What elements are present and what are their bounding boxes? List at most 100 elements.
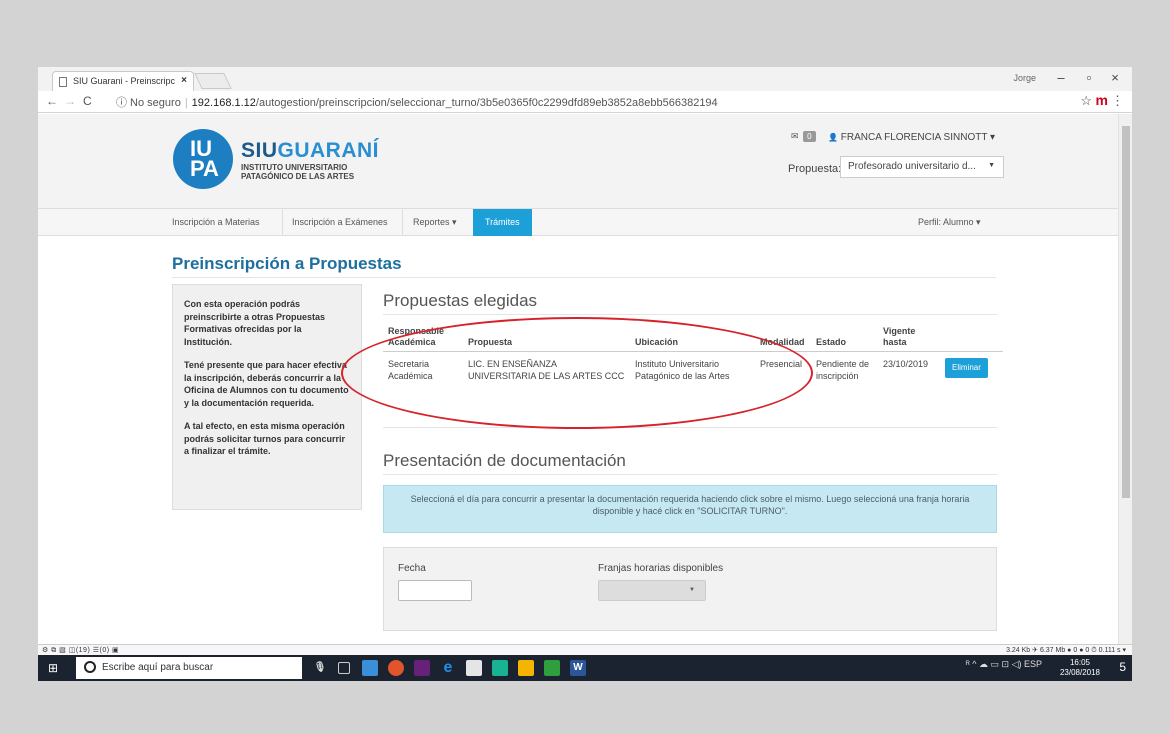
propuesta-value: Profesorado universitario d...: [848, 161, 976, 172]
col-acciones: [940, 326, 1003, 352]
documentacion-title: Presentación de documentación: [383, 451, 626, 470]
notifications-icon[interactable]: 5: [1119, 660, 1126, 674]
info-paragraph: Tené presente que para hacer efectiva la…: [184, 360, 349, 408]
url-path: /autogestion/preinscripcion/seleccionar_…: [255, 97, 718, 109]
debug-status-bar: ⚙ ⧉ ▧ ◫(19) ☰(0) ▣ 3.24 Kb ✈ 6.37 Mb ● 0…: [38, 644, 1132, 655]
clock[interactable]: 16:05 23/08/2018: [1060, 658, 1100, 678]
word-icon[interactable]: W: [570, 660, 586, 676]
file-explorer-icon[interactable]: [362, 660, 378, 676]
franjas-select[interactable]: ▼: [598, 580, 706, 601]
window-user: Jorge: [1013, 73, 1036, 83]
back-icon[interactable]: ←: [46, 94, 58, 108]
browser-menu-icon[interactable]: ⋮: [1111, 93, 1124, 109]
annotation-circle: [341, 317, 813, 429]
title-divider: [172, 277, 996, 278]
cell-estado: Pendiente de inscripción: [816, 359, 870, 381]
browser-tab[interactable]: SIU Guarani - Preinscripc ×: [52, 71, 194, 91]
edge-icon[interactable]: e: [440, 660, 456, 676]
cell-acciones: Eliminar: [940, 352, 1003, 383]
clock-time: 16:05: [1069, 658, 1090, 667]
iupa-logo[interactable]: IU PA: [173, 129, 233, 189]
new-tab-button[interactable]: [194, 73, 232, 89]
messages-count: 0: [803, 131, 816, 142]
status-right-metrics: 3.24 Kb ✈ 6.37 Mb ● 0 ● 0 ⏱ 0.111 s ▾: [1006, 647, 1126, 654]
eliminar-button[interactable]: Eliminar: [945, 358, 988, 378]
nav-divider: [402, 209, 403, 236]
reload-icon[interactable]: C: [83, 94, 92, 108]
col-estado: Estado: [811, 326, 878, 352]
scrollbar-thumb[interactable]: [1122, 126, 1130, 498]
chevron-down-icon: ▼: [988, 162, 995, 169]
franjas-label: Franjas horarias disponibles: [598, 563, 724, 574]
brand-title: SIUGUARANÍ: [241, 139, 379, 163]
nav-divider: [282, 209, 283, 236]
cortana-icon: [84, 661, 96, 673]
nav-tramites[interactable]: Trámites: [473, 209, 532, 236]
app-icon[interactable]: [544, 660, 560, 676]
propuestas-title: Propuestas elegidas: [383, 291, 538, 310]
fecha-label: Fecha: [398, 563, 426, 574]
maximize-button[interactable]: ▫: [1076, 70, 1102, 85]
microphone-icon[interactable]: 🎙: [312, 660, 328, 676]
url-host: 192.168.1.12: [191, 97, 256, 109]
institution-line1: INSTITUTO UNIVERSITARIO: [241, 163, 348, 172]
envelope-icon: ✉: [791, 131, 799, 141]
nav-inscripcion-materias[interactable]: Inscripción a Materias: [172, 209, 260, 236]
page-icon: [59, 77, 67, 87]
turno-form: Fecha Franjas horarias disponibles ▼: [383, 547, 997, 631]
info-paragraph: A tal efecto, en esta misma operación po…: [184, 421, 346, 456]
propuesta-label: Propuesta:: [788, 163, 842, 175]
site-header: IU PA SIUGUARANÍ INSTITUTO UNIVERSITARIO…: [38, 114, 1118, 208]
section-divider: [383, 314, 997, 315]
forward-icon[interactable]: →: [64, 94, 76, 108]
page-title: Preinscripción a Propuestas: [172, 254, 402, 273]
nav-perfil[interactable]: Perfil: Alumno ▾: [918, 209, 981, 236]
brand-guarani: GUARANÍ: [277, 139, 380, 162]
close-window-button[interactable]: ×: [1102, 70, 1128, 85]
section-divider: [383, 474, 997, 475]
brand-siu: SIU: [241, 139, 278, 162]
info-paragraph: Con esta operación podrás preinscribirte…: [184, 299, 326, 347]
tab-title: SIU Guarani - Preinscripc: [73, 76, 176, 86]
extension-icon[interactable]: m: [1096, 92, 1108, 108]
address-bar: ← → C ⓘ No seguro | 192.168.1.12/autogesti…: [38, 91, 1132, 113]
logo-mark: IU PA: [190, 136, 219, 181]
chrome-icon[interactable]: [388, 660, 404, 676]
institution-line2: PATAGÓNICO DE LAS ARTES: [241, 172, 355, 181]
propuesta-select[interactable]: Profesorado universitario d... ▼: [840, 156, 1004, 178]
nav-reportes[interactable]: Reportes ▾: [413, 209, 457, 236]
clock-date: 23/08/2018: [1059, 668, 1100, 677]
user-icon: 👤: [828, 133, 838, 142]
status-left-icons[interactable]: ⚙ ⧉ ▧ ◫(19) ☰(0) ▣: [42, 646, 119, 655]
paint-icon[interactable]: [466, 660, 482, 676]
bookmark-star-icon[interactable]: ☆: [1080, 93, 1092, 109]
app-icon[interactable]: [492, 660, 508, 676]
user-menu[interactable]: 👤 FRANCA FLORENCIA SINNOTT ▾: [828, 132, 995, 143]
info-box: Con esta operación podrás preinscribirte…: [172, 284, 362, 510]
col-vigente: Vigente hasta: [878, 326, 940, 352]
messages-button[interactable]: ✉ 0: [791, 131, 816, 142]
scrollbar[interactable]: [1118, 114, 1132, 644]
cell-vigente: 23/10/2019: [883, 359, 929, 369]
taskbar-search[interactable]: Escribe aquí para buscar: [76, 657, 302, 679]
windows-taskbar: ⊞ Escribe aquí para buscar 🎙 e W ᴿ ^ ☁ ▭…: [38, 655, 1132, 681]
chevron-down-icon: ▼: [689, 587, 695, 593]
search-placeholder: Escribe aquí para buscar: [102, 662, 214, 673]
tab-close-icon[interactable]: ×: [181, 75, 187, 86]
fecha-input[interactable]: [398, 580, 472, 601]
url-field[interactable]: ⓘ No seguro | 192.168.1.12/autogestion/pre…: [116, 94, 718, 110]
visual-studio-icon[interactable]: [414, 660, 430, 676]
main-nav: Inscripción a Materias Inscripción a Exá…: [38, 208, 1118, 236]
security-indicator[interactable]: ⓘ No seguro: [116, 97, 181, 109]
task-view-icon[interactable]: [338, 662, 350, 674]
user-name: FRANCA FLORENCIA SINNOTT ▾: [840, 132, 996, 143]
brand: SIUGUARANÍ INSTITUTO UNIVERSITARIO PATAG…: [241, 139, 379, 181]
nav-inscripcion-examenes[interactable]: Inscripción a Exámenes: [292, 209, 388, 236]
info-alert: Seleccioná el día para concurrir a prese…: [383, 485, 997, 533]
browser-tab-bar: SIU Guarani - Preinscripc × Jorge – ▫ ×: [38, 67, 1132, 91]
minimize-button[interactable]: –: [1048, 70, 1074, 85]
system-tray[interactable]: ᴿ ^ ☁ ▭ ⊡ ◁) ESP: [966, 659, 1042, 670]
windows-start-icon[interactable]: ⊞: [48, 661, 58, 675]
app-icon[interactable]: [518, 660, 534, 676]
section-divider: [383, 427, 997, 428]
